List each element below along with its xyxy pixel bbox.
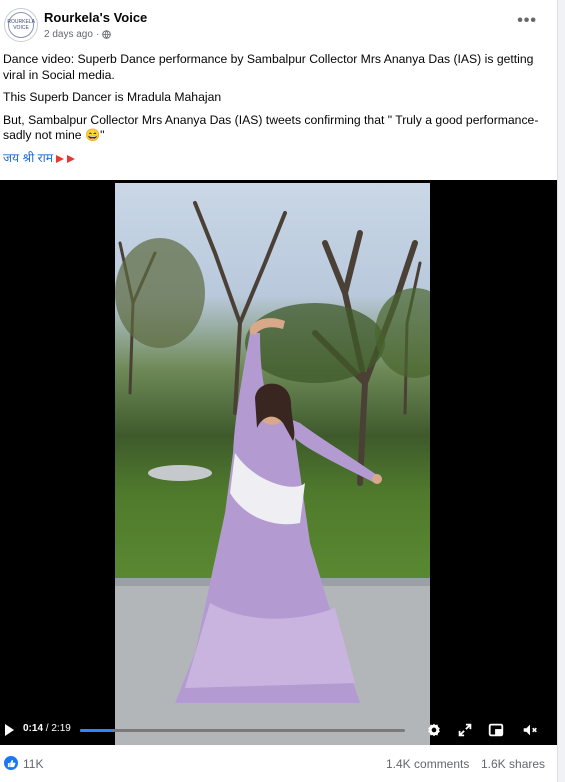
current-time: 0:14 — [23, 723, 44, 734]
post-paragraph: This Superb Dancer is Mradula Mahajan — [3, 90, 222, 104]
video-controls: 0:14 / 2:19 — [0, 717, 557, 745]
more-options-icon[interactable]: ••• — [517, 13, 537, 29]
meta-separator: · — [95, 29, 100, 40]
page-name[interactable]: Rourkela's Voice — [44, 10, 147, 25]
thumbs-up-icon — [7, 759, 15, 767]
post-paragraph: But, Sambalpur Collector Mrs Ananya Das … — [3, 112, 539, 143]
post-header: ROURKELA VOICE Rourkela's Voice 2 days a… — [0, 0, 557, 48]
mute-icon[interactable] — [521, 721, 539, 739]
video-time: 0:14 / 2:19 — [23, 723, 71, 734]
shares-count[interactable]: 1.6K shares — [481, 757, 545, 771]
post-card: ROURKELA VOICE Rourkela's Voice 2 days a… — [0, 0, 558, 782]
reaction-count[interactable]: 11K — [23, 757, 43, 771]
fullscreen-icon[interactable] — [456, 721, 474, 739]
video-player[interactable]: 0:14 / 2:19 — [0, 180, 557, 745]
progress-bar[interactable] — [80, 729, 405, 732]
avatar[interactable]: ROURKELA VOICE — [4, 8, 38, 42]
comments-count[interactable]: 1.4K comments — [386, 757, 469, 771]
progress-fill — [80, 729, 113, 732]
post-text: Dance video: Superb Dance performance by… — [3, 52, 548, 173]
duration: 2:19 — [51, 723, 71, 734]
hashtag-link[interactable]: जय श्री राम — [3, 151, 53, 165]
flag-icon — [67, 154, 76, 163]
post-meta: 2 days ago · — [44, 29, 112, 40]
post-stats: 11K 1.4K comments 1.6K shares — [0, 748, 557, 780]
video-frame[interactable] — [115, 183, 430, 745]
settings-icon[interactable] — [425, 721, 443, 739]
hashtag-line: जय श्री राम — [3, 151, 548, 167]
post-paragraph: Dance video: Superb Dance performance by… — [3, 52, 534, 82]
avatar-logo: ROURKELA VOICE — [7, 12, 35, 38]
flag-icon — [56, 154, 65, 163]
like-reaction-icon — [4, 756, 18, 770]
globe-icon — [102, 30, 112, 39]
picture-in-picture-icon[interactable] — [487, 721, 505, 739]
video-scene-image — [115, 201, 430, 745]
play-icon[interactable] — [5, 724, 14, 736]
post-time[interactable]: 2 days ago — [44, 29, 93, 40]
avatar-text: ROURKELA VOICE — [7, 19, 35, 31]
